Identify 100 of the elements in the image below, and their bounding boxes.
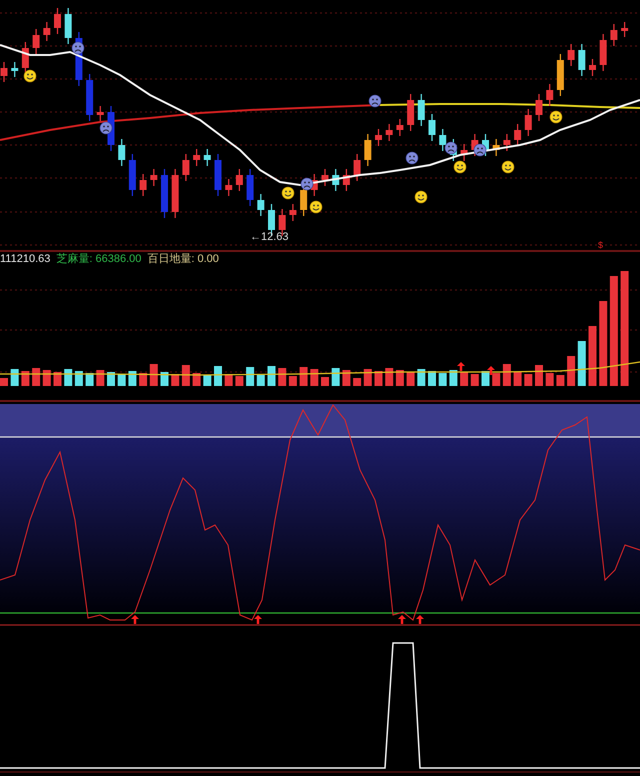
candlestick (236, 169, 243, 191)
up-arrow-icon (398, 615, 406, 624)
up-arrow-icon (487, 366, 495, 375)
candlestick (600, 34, 607, 71)
volume-bar (54, 372, 62, 386)
volume-bar (214, 366, 222, 386)
candlestick (364, 134, 372, 166)
volume-bar (118, 374, 126, 386)
volume-bar (192, 373, 201, 386)
up-arrow-icon (457, 362, 465, 371)
candlestick (150, 169, 158, 186)
frown-icon (444, 142, 458, 154)
volume-bar (182, 365, 190, 386)
volume-bar (42, 370, 51, 386)
volume-bar (492, 373, 500, 386)
candlestick (182, 154, 190, 181)
volume-bar (546, 373, 554, 386)
volume-bar (21, 371, 30, 386)
candlestick (86, 74, 94, 121)
up-arrow-icon (131, 615, 139, 624)
volume-bar (470, 374, 479, 386)
up-arrow-icon (416, 615, 424, 624)
volume-bar (0, 378, 8, 386)
candlestick (128, 154, 136, 196)
candlestick (407, 94, 414, 131)
candlestick (621, 22, 628, 37)
candlestick (418, 94, 425, 126)
volume-bar (321, 377, 329, 386)
candlestick (610, 24, 618, 46)
volume-bar (74, 371, 83, 386)
volume-bar (107, 372, 115, 386)
volume-bar (374, 371, 382, 386)
candlestick (257, 194, 264, 216)
candlestick (140, 174, 147, 196)
volume-bar (86, 373, 94, 386)
candlestick (556, 54, 564, 96)
volume-bar (128, 371, 136, 386)
candlestick (386, 124, 393, 141)
candlestick (246, 169, 254, 206)
smiley-icon (310, 200, 322, 214)
volume-bar (428, 371, 436, 386)
volume-bar (203, 375, 212, 386)
candlestick (460, 144, 468, 161)
candlestick (332, 169, 340, 191)
candlestick (492, 139, 500, 156)
candlestick (514, 124, 522, 146)
volume-bar (139, 373, 148, 386)
volume-bar (256, 375, 265, 386)
candlestick (396, 119, 404, 136)
candlestick (503, 134, 510, 151)
volume-bar (502, 364, 511, 386)
candlestick (204, 149, 211, 166)
candlestick (289, 204, 296, 221)
candlestick (568, 44, 575, 66)
volume-bar (556, 375, 564, 386)
volume-bar (342, 370, 350, 386)
candlestick (546, 84, 554, 106)
readout-value: 111210.63 (0, 252, 50, 266)
volume-bar (353, 378, 362, 386)
candlestick (439, 129, 446, 151)
candlestick (536, 94, 542, 121)
frown-icon (406, 152, 418, 164)
candlestick (354, 154, 361, 181)
candlestick (54, 8, 61, 34)
candlestick (322, 169, 328, 186)
candlestick (96, 106, 104, 121)
volume-bar (460, 372, 468, 386)
frown-icon (474, 144, 486, 156)
candlestick (524, 109, 532, 136)
volume-bar (438, 373, 447, 386)
candlestick (11, 62, 18, 77)
candlestick (214, 154, 222, 196)
candlestick (43, 22, 50, 41)
candlestick (172, 169, 179, 218)
volume-bar (268, 366, 276, 386)
frown-icon (300, 178, 314, 190)
smiley-icon (414, 190, 428, 204)
candlestick (22, 42, 29, 74)
price-label: ←12.63 (250, 231, 289, 243)
candlestick (375, 129, 382, 146)
volume-bar (578, 341, 586, 386)
volume-bar (332, 368, 340, 386)
volume-bar (385, 368, 394, 386)
volume-bar (235, 376, 244, 386)
volume-bar (406, 372, 415, 386)
volume-bar (246, 367, 254, 386)
candlestick (578, 44, 586, 76)
smiley-icon (454, 160, 466, 174)
candlestick (64, 8, 72, 44)
smiley-icon (24, 70, 36, 82)
frown-icon (72, 42, 84, 54)
candlestick (589, 59, 596, 76)
volume-bar (449, 370, 458, 386)
indicator-value: 百日地量: 0.00 (147, 252, 219, 266)
volume-bar (364, 369, 372, 386)
candlestick (193, 149, 200, 166)
volume-bar (535, 365, 543, 386)
volume-bar (514, 372, 522, 386)
volume-bar (278, 368, 286, 386)
volume-bar (32, 368, 40, 386)
